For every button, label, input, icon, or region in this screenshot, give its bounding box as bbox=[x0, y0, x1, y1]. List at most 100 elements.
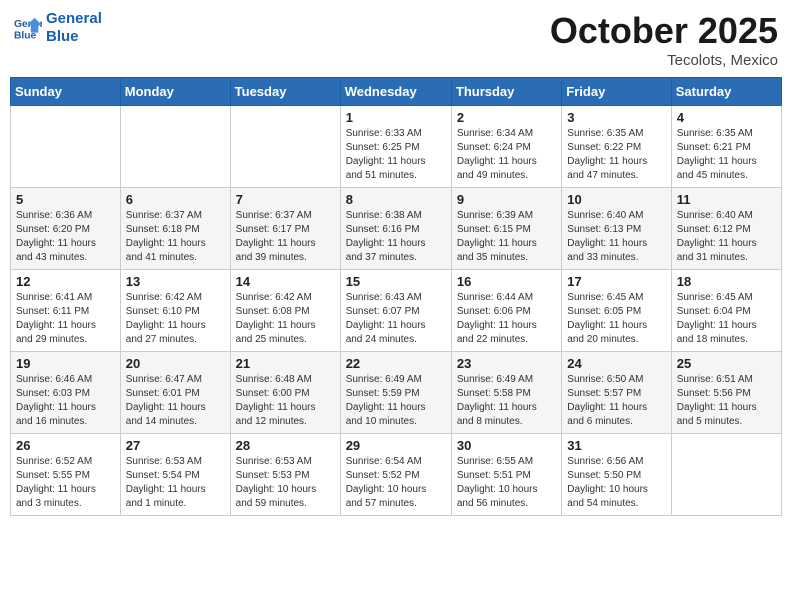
day-number: 11 bbox=[677, 192, 776, 207]
day-info: Sunrise: 6:51 AM Sunset: 5:56 PM Dayligh… bbox=[677, 373, 776, 429]
day-info: Sunrise: 6:42 AM Sunset: 6:10 PM Dayligh… bbox=[126, 291, 225, 347]
table-row: 17Sunrise: 6:45 AM Sunset: 6:05 PM Dayli… bbox=[562, 270, 671, 352]
day-number: 10 bbox=[567, 192, 665, 207]
day-number: 15 bbox=[346, 274, 446, 289]
day-number: 31 bbox=[567, 438, 665, 453]
day-info: Sunrise: 6:33 AM Sunset: 6:25 PM Dayligh… bbox=[346, 127, 446, 183]
day-info: Sunrise: 6:53 AM Sunset: 5:54 PM Dayligh… bbox=[126, 455, 225, 511]
logo-line2: Blue bbox=[46, 28, 79, 45]
day-number: 14 bbox=[236, 274, 335, 289]
table-row: 28Sunrise: 6:53 AM Sunset: 5:53 PM Dayli… bbox=[230, 434, 340, 516]
table-row: 15 Sunrise: 6:43 AM Sunset: 6:07 PM Dayli… bbox=[340, 270, 451, 352]
table-row: 13 Sunrise: 6:42 AM Sunset: 6:10 PM Dayli… bbox=[120, 270, 230, 352]
day-info: Sunrise: 6:45 AM Sunset: 6:05 PM Dayligh… bbox=[567, 291, 665, 347]
table-row bbox=[11, 106, 121, 188]
header-thursday: Thursday bbox=[451, 78, 561, 106]
day-number: 21 bbox=[236, 356, 335, 371]
header-friday: Friday bbox=[562, 78, 671, 106]
day-number: 28 bbox=[236, 438, 335, 453]
table-row: 22 Sunrise: 6:49 AM Sunset: 5:59 PM Dayli… bbox=[340, 352, 451, 434]
table-row bbox=[120, 106, 230, 188]
calendar-week-row: 12Sunrise: 6:41 AM Sunset: 6:11 PM Dayli… bbox=[11, 270, 782, 352]
day-info: Sunrise: 6:37 AM Sunset: 6:18 PM Dayligh… bbox=[126, 209, 225, 265]
day-info: Sunrise: 6:48 AM Sunset: 6:00 PM Dayligh… bbox=[236, 373, 335, 429]
day-number: 24 bbox=[567, 356, 665, 371]
day-info: Sunrise: 6:52 AM Sunset: 5:55 PM Dayligh… bbox=[16, 455, 115, 511]
day-info: Sunrise: 6:43 AM Sunset: 6:07 PM Dayligh… bbox=[346, 291, 446, 347]
day-info: Sunrise: 6:46 AM Sunset: 6:03 PM Dayligh… bbox=[16, 373, 115, 429]
table-row: 31Sunrise: 6:56 AM Sunset: 5:50 PM Dayli… bbox=[562, 434, 671, 516]
day-info: Sunrise: 6:40 AM Sunset: 6:13 PM Dayligh… bbox=[567, 209, 665, 265]
day-number: 5 bbox=[16, 192, 115, 207]
calendar-week-row: 26 Sunrise: 6:52 AM Sunset: 5:55 PM Dayli… bbox=[11, 434, 782, 516]
table-row: 16 Sunrise: 6:44 AM Sunset: 6:06 PM Dayli… bbox=[451, 270, 561, 352]
day-info: Sunrise: 6:37 AM Sunset: 6:17 PM Dayligh… bbox=[236, 209, 335, 265]
day-number: 6 bbox=[126, 192, 225, 207]
table-row: 19Sunrise: 6:46 AM Sunset: 6:03 PM Dayli… bbox=[11, 352, 121, 434]
table-row: 18Sunrise: 6:45 AM Sunset: 6:04 PM Dayli… bbox=[671, 270, 781, 352]
table-row: 12Sunrise: 6:41 AM Sunset: 6:11 PM Dayli… bbox=[11, 270, 121, 352]
header-sunday: Sunday bbox=[11, 78, 121, 106]
day-info: Sunrise: 6:36 AM Sunset: 6:20 PM Dayligh… bbox=[16, 209, 115, 265]
day-number: 13 bbox=[126, 274, 225, 289]
day-info: Sunrise: 6:50 AM Sunset: 5:57 PM Dayligh… bbox=[567, 373, 665, 429]
logo: General Blue General Blue bbox=[14, 10, 102, 46]
header-monday: Monday bbox=[120, 78, 230, 106]
calendar-week-row: 1 Sunrise: 6:33 AM Sunset: 6:25 PM Daylig… bbox=[11, 106, 782, 188]
table-row: 20 Sunrise: 6:47 AM Sunset: 6:01 PM Dayli… bbox=[120, 352, 230, 434]
day-info: Sunrise: 6:42 AM Sunset: 6:08 PM Dayligh… bbox=[236, 291, 335, 347]
table-row: 24 Sunrise: 6:50 AM Sunset: 5:57 PM Dayli… bbox=[562, 352, 671, 434]
day-info: Sunrise: 6:49 AM Sunset: 5:58 PM Dayligh… bbox=[457, 373, 556, 429]
day-number: 2 bbox=[457, 110, 556, 125]
table-row: 30 Sunrise: 6:55 AM Sunset: 5:51 PM Dayli… bbox=[451, 434, 561, 516]
day-number: 1 bbox=[346, 110, 446, 125]
day-info: Sunrise: 6:47 AM Sunset: 6:01 PM Dayligh… bbox=[126, 373, 225, 429]
table-row: 3Sunrise: 6:35 AM Sunset: 6:22 PM Daylig… bbox=[562, 106, 671, 188]
table-row: 2 Sunrise: 6:34 AM Sunset: 6:24 PM Daylig… bbox=[451, 106, 561, 188]
day-number: 12 bbox=[16, 274, 115, 289]
day-info: Sunrise: 6:49 AM Sunset: 5:59 PM Dayligh… bbox=[346, 373, 446, 429]
day-info: Sunrise: 6:45 AM Sunset: 6:04 PM Dayligh… bbox=[677, 291, 776, 347]
day-number: 20 bbox=[126, 356, 225, 371]
day-number: 9 bbox=[457, 192, 556, 207]
day-number: 8 bbox=[346, 192, 446, 207]
table-row: 25 Sunrise: 6:51 AM Sunset: 5:56 PM Dayli… bbox=[671, 352, 781, 434]
day-info: Sunrise: 6:35 AM Sunset: 6:21 PM Dayligh… bbox=[677, 127, 776, 183]
day-info: Sunrise: 6:54 AM Sunset: 5:52 PM Dayligh… bbox=[346, 455, 446, 511]
page-header: General Blue General Blue October 2025 T… bbox=[10, 10, 782, 69]
location-subtitle: Tecolots, Mexico bbox=[550, 52, 778, 69]
table-row: 5 Sunrise: 6:36 AM Sunset: 6:20 PM Daylig… bbox=[11, 188, 121, 270]
day-number: 25 bbox=[677, 356, 776, 371]
calendar-week-row: 5 Sunrise: 6:36 AM Sunset: 6:20 PM Daylig… bbox=[11, 188, 782, 270]
table-row: 14 Sunrise: 6:42 AM Sunset: 6:08 PM Dayli… bbox=[230, 270, 340, 352]
table-row: 23 Sunrise: 6:49 AM Sunset: 5:58 PM Dayli… bbox=[451, 352, 561, 434]
table-row bbox=[230, 106, 340, 188]
logo-line1: General bbox=[46, 10, 102, 27]
day-info: Sunrise: 6:55 AM Sunset: 5:51 PM Dayligh… bbox=[457, 455, 556, 511]
table-row: 8 Sunrise: 6:38 AM Sunset: 6:16 PM Daylig… bbox=[340, 188, 451, 270]
day-number: 7 bbox=[236, 192, 335, 207]
month-title: October 2025 bbox=[550, 10, 778, 52]
table-row: 27Sunrise: 6:53 AM Sunset: 5:54 PM Dayli… bbox=[120, 434, 230, 516]
table-row: 11Sunrise: 6:40 AM Sunset: 6:12 PM Dayli… bbox=[671, 188, 781, 270]
day-number: 22 bbox=[346, 356, 446, 371]
day-number: 26 bbox=[16, 438, 115, 453]
day-number: 23 bbox=[457, 356, 556, 371]
table-row: 9 Sunrise: 6:39 AM Sunset: 6:15 PM Daylig… bbox=[451, 188, 561, 270]
table-row: 4 Sunrise: 6:35 AM Sunset: 6:21 PM Daylig… bbox=[671, 106, 781, 188]
table-row: 29Sunrise: 6:54 AM Sunset: 5:52 PM Dayli… bbox=[340, 434, 451, 516]
table-row: 10 Sunrise: 6:40 AM Sunset: 6:13 PM Dayli… bbox=[562, 188, 671, 270]
day-number: 30 bbox=[457, 438, 556, 453]
logo-icon: General Blue bbox=[14, 14, 42, 42]
day-info: Sunrise: 6:34 AM Sunset: 6:24 PM Dayligh… bbox=[457, 127, 556, 183]
day-number: 16 bbox=[457, 274, 556, 289]
day-info: Sunrise: 6:44 AM Sunset: 6:06 PM Dayligh… bbox=[457, 291, 556, 347]
table-row: 26 Sunrise: 6:52 AM Sunset: 5:55 PM Dayli… bbox=[11, 434, 121, 516]
calendar-table: Sunday Monday Tuesday Wednesday Thursday… bbox=[10, 77, 782, 516]
calendar-week-row: 19Sunrise: 6:46 AM Sunset: 6:03 PM Dayli… bbox=[11, 352, 782, 434]
day-info: Sunrise: 6:38 AM Sunset: 6:16 PM Dayligh… bbox=[346, 209, 446, 265]
day-info: Sunrise: 6:39 AM Sunset: 6:15 PM Dayligh… bbox=[457, 209, 556, 265]
table-row: 21 Sunrise: 6:48 AM Sunset: 6:00 PM Dayli… bbox=[230, 352, 340, 434]
header-saturday: Saturday bbox=[671, 78, 781, 106]
day-number: 4 bbox=[677, 110, 776, 125]
